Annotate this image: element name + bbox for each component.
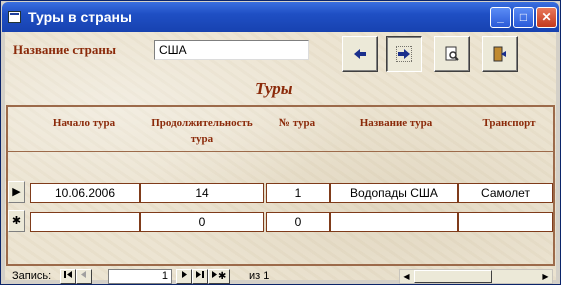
row-selector-current[interactable]: ▶ xyxy=(8,181,25,203)
exit-button[interactable] xyxy=(482,36,518,72)
last-record-button[interactable] xyxy=(192,269,208,284)
close-button[interactable]: ✕ xyxy=(536,7,557,28)
previous-record-icon xyxy=(81,271,86,278)
country-name-label: Название страны xyxy=(13,42,117,57)
arrow-right-icon xyxy=(396,46,412,62)
previous-record-nav-button[interactable] xyxy=(76,269,92,284)
tours-subform: Начало тура Продолжительность тура № тур… xyxy=(6,105,555,266)
preview-report-button[interactable] xyxy=(434,36,470,72)
preview-icon xyxy=(445,46,459,61)
column-header-start: Начало тура xyxy=(52,117,116,129)
header-divider xyxy=(8,151,553,152)
window-title: Туры в страны xyxy=(28,9,132,25)
cell-transport[interactable] xyxy=(458,212,553,232)
first-record-button[interactable] xyxy=(60,269,76,284)
cell-transport[interactable]: Самолет xyxy=(458,183,553,203)
exit-door-icon xyxy=(493,46,506,62)
cell-duration[interactable]: 0 xyxy=(140,212,264,232)
last-record-icon xyxy=(196,271,204,278)
cell-tour-number[interactable]: 0 xyxy=(266,212,330,232)
country-name-field[interactable]: США xyxy=(154,40,309,60)
next-record-icon xyxy=(182,271,187,278)
current-record-field[interactable]: 1 xyxy=(108,269,172,284)
column-header-tour-name: Название тура xyxy=(359,117,433,129)
cell-start-date[interactable]: 10.06.2006 xyxy=(30,183,140,203)
form-window: Туры в страны _ □ ✕ Название страны США … xyxy=(0,0,561,285)
cell-start-date[interactable] xyxy=(30,212,140,232)
cell-tour-number[interactable]: 1 xyxy=(266,183,330,203)
new-record-button[interactable]: ✱ xyxy=(208,269,230,284)
maximize-button[interactable]: □ xyxy=(513,7,534,28)
form-body: Название страны США Туры Начало тура Про… xyxy=(5,32,556,284)
record-label: Запись: xyxy=(12,270,52,282)
scroll-left-icon[interactable]: ◀ xyxy=(400,270,413,283)
form-icon xyxy=(8,11,21,23)
row-selector-new[interactable]: ✱ xyxy=(8,210,25,232)
scroll-right-icon[interactable]: ▶ xyxy=(539,270,552,283)
subform-title: Туры xyxy=(255,79,293,98)
first-record-icon xyxy=(64,271,72,278)
cell-tour-name[interactable] xyxy=(330,212,458,232)
new-record-icon: ✱ xyxy=(212,271,226,282)
horizontal-scrollbar[interactable]: ◀ ▶ xyxy=(399,269,553,284)
previous-record-button[interactable] xyxy=(342,36,378,72)
next-record-button[interactable] xyxy=(386,36,422,72)
arrow-left-icon xyxy=(354,49,366,59)
column-header-duration: Продолжительность тура xyxy=(151,117,253,145)
cell-duration[interactable]: 14 xyxy=(140,183,264,203)
cell-tour-name[interactable]: Водопады США xyxy=(330,183,458,203)
record-navigation-bar: Запись: 1 ✱ из 1 ◀ ▶ xyxy=(6,268,555,284)
record-count: из 1 xyxy=(249,270,270,282)
column-header-tour-number: № тура xyxy=(278,117,316,129)
title-bar[interactable]: Туры в страны _ □ ✕ xyxy=(2,2,559,32)
scroll-thumb[interactable] xyxy=(414,270,492,283)
minimize-button[interactable]: _ xyxy=(490,7,511,28)
next-record-nav-button[interactable] xyxy=(176,269,192,284)
column-header-transport: Транспорт xyxy=(482,117,536,129)
svg-text:✱: ✱ xyxy=(218,271,226,279)
